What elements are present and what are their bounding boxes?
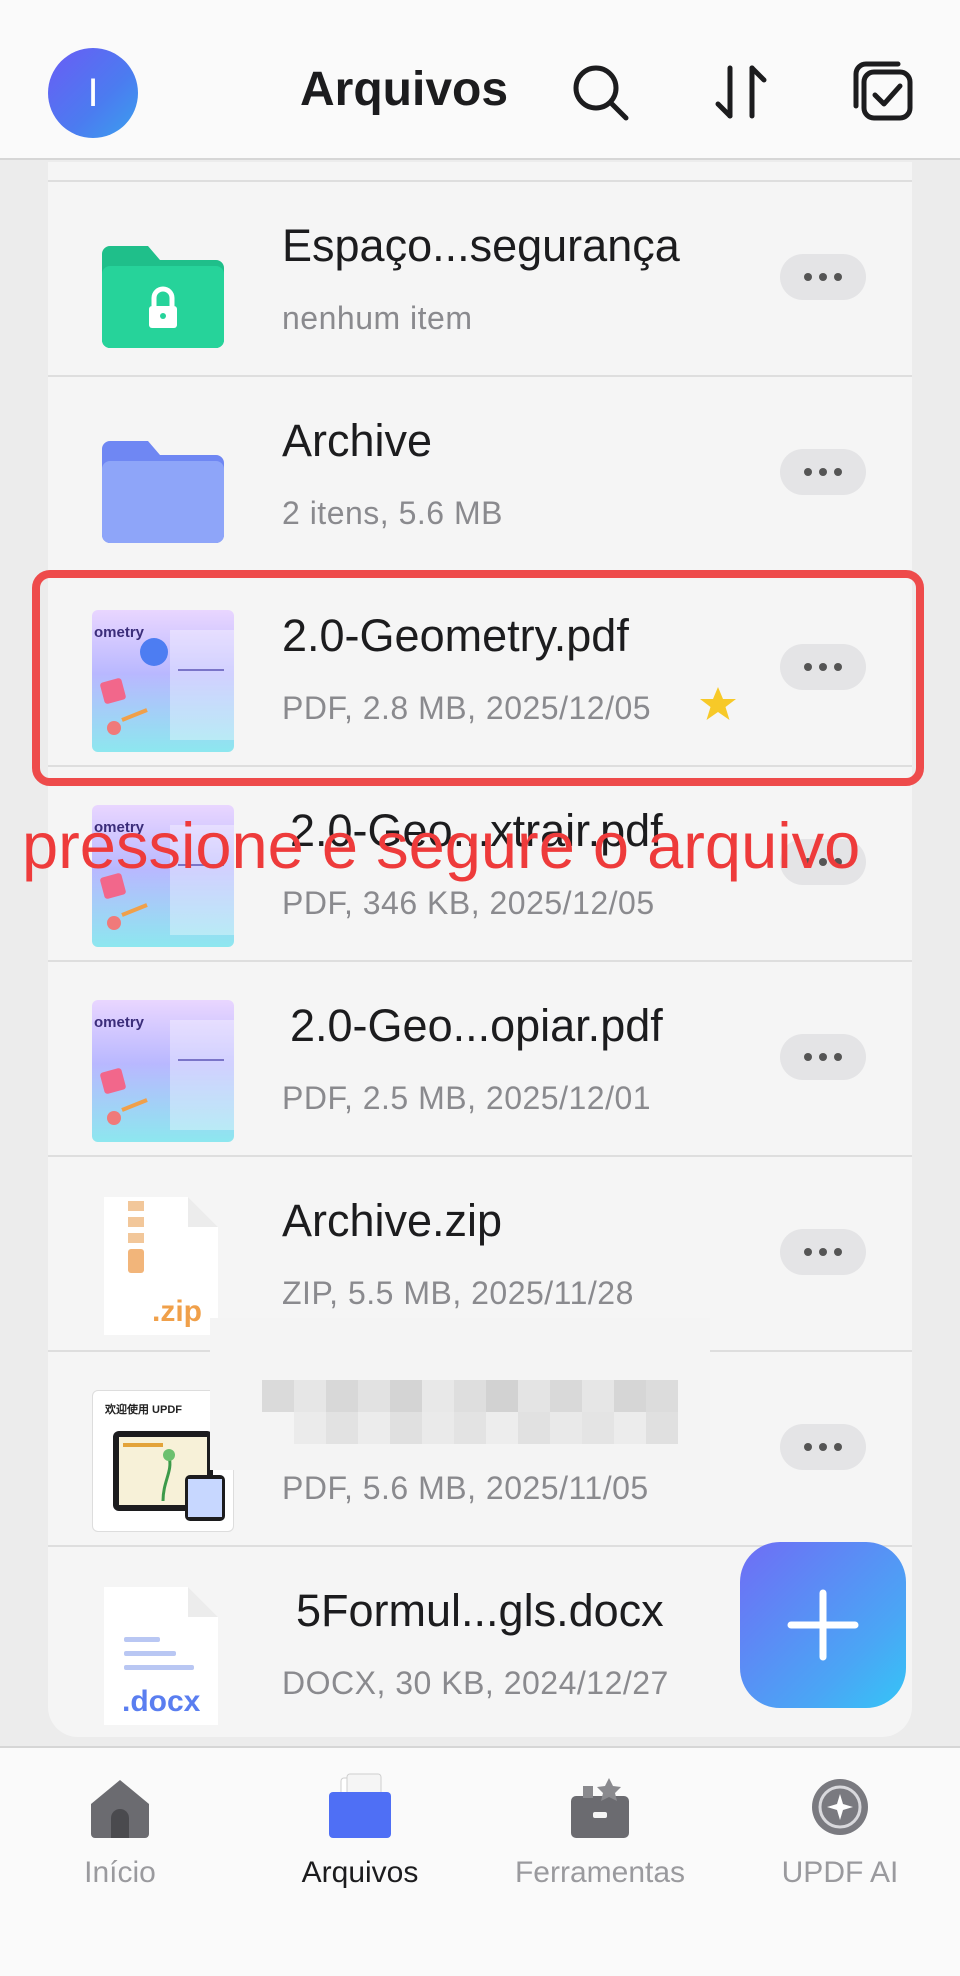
folder-icon (102, 441, 224, 543)
file-name: 2.0-Geometry.pdf (282, 610, 629, 661)
tab-updf-ai[interactable]: UPDF AI (720, 1748, 960, 1948)
add-button[interactable] (740, 1542, 906, 1708)
file-meta: DOCX, 30 KB, 2024/12/27 (282, 1665, 669, 1701)
more-options-button[interactable] (780, 1424, 866, 1470)
file-name: Espaço...segurança (282, 220, 680, 271)
page-title: Arquivos (300, 63, 509, 116)
file-meta: PDF, 346 KB, 2025/12/05 (282, 885, 655, 921)
more-options-button[interactable] (780, 1229, 866, 1275)
toolbox-icon (571, 1778, 629, 1838)
more-options-button[interactable] (780, 449, 866, 495)
tab-label: Arquivos (301, 1856, 419, 1889)
file-name: 5Formul...gls.docx (296, 1585, 664, 1636)
secure-folder-icon (102, 246, 224, 348)
file-name: 2.0-Geo...opiar.pdf (290, 1000, 663, 1051)
tab-arquivos[interactable]: Arquivos (240, 1748, 480, 1948)
bottom-tab-bar: Início Arquivos Ferramentas UPDF AI (0, 1746, 960, 1976)
sort-icon[interactable] (708, 58, 776, 126)
pdf-thumbnail: ometry (92, 1000, 234, 1142)
folder-icon (329, 1773, 391, 1838)
file-meta: PDF, 2.5 MB, 2025/12/01 (282, 1080, 652, 1116)
file-name: Archive (282, 415, 433, 466)
star-icon (700, 687, 736, 720)
instruction-text: pressione e segure o arquivo (22, 809, 861, 882)
top-bar: I Arquivos (0, 0, 960, 160)
avatar[interactable]: I (48, 48, 138, 138)
home-icon (91, 1780, 149, 1838)
file-meta: 2 itens, 5.6 MB (282, 495, 503, 531)
plus-icon (787, 1589, 859, 1661)
list-item[interactable]: ometry 2.0-Geo...opiar.pdf PDF, 2.5 MB, … (48, 960, 912, 1153)
tab-label: Ferramentas (514, 1856, 686, 1889)
tab-inicio[interactable]: Início (0, 1748, 240, 1948)
file-name: Archive.zip (282, 1195, 503, 1246)
file-meta: PDF, 2.8 MB, 2025/12/05 (282, 690, 652, 726)
more-options-button[interactable] (780, 644, 866, 690)
ai-icon (812, 1779, 868, 1835)
list-item[interactable]: Archive 2 itens, 5.6 MB (48, 375, 912, 568)
list-item[interactable]: Espaço...segurança nenhum item (48, 180, 912, 373)
more-options-button[interactable] (780, 1034, 866, 1080)
select-icon[interactable] (850, 58, 918, 126)
tab-label: UPDF AI (781, 1856, 899, 1889)
search-icon[interactable] (566, 58, 634, 126)
file-meta: PDF, 5.6 MB, 2025/11/05 (282, 1470, 649, 1506)
file-meta: ZIP, 5.5 MB, 2025/11/28 (282, 1275, 634, 1311)
pdf-thumbnail: ometry (92, 610, 234, 752)
redacted-name-overlay (210, 1318, 710, 1470)
file-list: Espaço...segurança nenhum item Archive 2… (48, 162, 912, 1737)
tab-label: Início (84, 1856, 156, 1889)
docx-file-icon: .docx (92, 1585, 234, 1727)
more-options-button[interactable] (780, 254, 866, 300)
list-item[interactable]: ometry 2.0-Geometry.pdf PDF, 2.8 MB, 202… (48, 570, 912, 763)
tab-ferramentas[interactable]: Ferramentas (480, 1748, 720, 1948)
zip-file-icon: .zip (92, 1195, 234, 1337)
file-meta: nenhum item (282, 300, 473, 336)
